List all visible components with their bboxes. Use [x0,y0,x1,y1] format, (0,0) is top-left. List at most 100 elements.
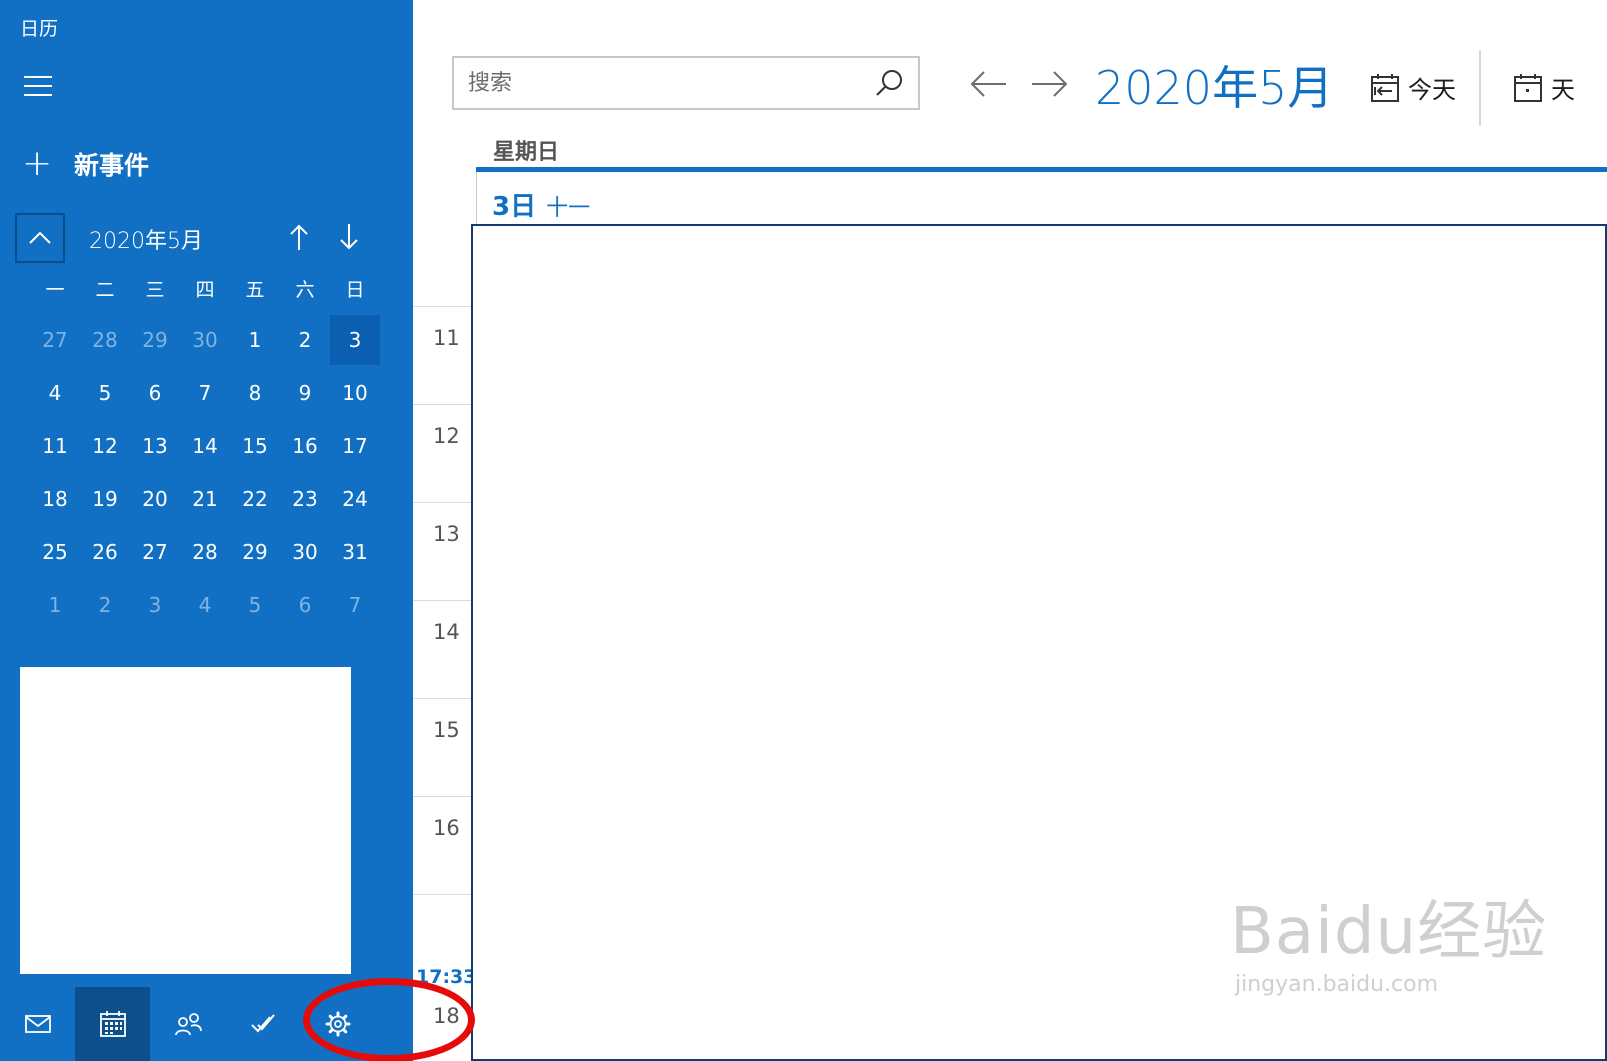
mini-calendar-day[interactable]: 30 [280,527,330,577]
mini-calendar-day[interactable]: 24 [330,474,380,524]
arrow-right-icon [1032,71,1068,97]
mini-calendar-day[interactable]: 22 [230,474,280,524]
mini-calendar-day[interactable]: 8 [230,368,280,418]
hour-divider [413,404,471,405]
mini-calendar-day[interactable]: 1 [230,315,280,365]
people-icon [174,1013,202,1036]
mini-calendar-day[interactable]: 21 [180,474,230,524]
mini-calendar-day[interactable]: 28 [180,527,230,577]
mini-calendar-day[interactable]: 20 [130,474,180,524]
mini-calendar-day[interactable]: 4 [30,368,80,418]
mini-calendar-day[interactable]: 27 [130,527,180,577]
mini-calendar-week: 27 28 29 30 1 2 3 [30,313,382,366]
weekday-label: 四 [195,278,215,301]
mini-calendar-day[interactable]: 26 [80,527,130,577]
mini-calendar-day[interactable]: 10 [330,368,380,418]
mini-calendar-day[interactable]: 29 [130,315,180,365]
mini-calendar-day[interactable]: 31 [330,527,380,577]
watermark-url: jingyan.baidu.com [1235,972,1439,997]
annotation-circle [303,978,475,1061]
mini-calendar-day[interactable]: 4 [180,580,230,630]
hour-label: 14 [433,620,460,644]
watermark: Baidu经验 jingyan.baidu.com [1230,880,1547,997]
todo-nav-button[interactable] [225,987,300,1061]
mini-calendar-day[interactable]: 12 [80,421,130,471]
weekday-label: 五 [245,278,265,301]
mini-calendar-month: 2020年5月 [89,229,203,254]
search-icon[interactable] [874,68,904,98]
chevron-up-icon [29,231,51,244]
calendar-nav-button[interactable] [75,987,150,1061]
mini-calendar-day[interactable]: 28 [80,315,130,365]
mini-calendar-day[interactable]: 5 [80,368,130,418]
day-view-button[interactable]: 天 [1513,70,1575,105]
hour-divider [413,894,471,895]
mini-calendar-day[interactable]: 6 [130,368,180,418]
hour-label: 12 [433,424,460,448]
mini-calendar-day[interactable]: 7 [180,368,230,418]
weekday-label: 三 [145,278,165,301]
hour-divider [413,600,471,601]
arrow-up-icon [290,224,308,250]
mini-calendar-day[interactable]: 15 [230,421,280,471]
hour-divider [413,502,471,503]
search-box[interactable] [452,56,920,110]
mini-calendar-header: 2020年5月 [15,213,385,263]
mini-calendar-week: 18 19 20 21 22 23 24 [30,472,382,525]
mini-calendar-day[interactable]: 23 [280,474,330,524]
current-day-indicator [476,167,1607,172]
mini-calendar-day[interactable]: 14 [180,421,230,471]
mini-calendar-day[interactable]: 5 [230,580,280,630]
search-input[interactable] [468,68,848,98]
mini-calendar-day[interactable]: 13 [130,421,180,471]
mini-calendar-day[interactable]: 11 [30,421,80,471]
mini-calendar-day[interactable]: 25 [30,527,80,577]
next-month-button[interactable] [331,219,367,255]
hour-label: 13 [433,522,460,546]
mini-calendar-day[interactable]: 2 [80,580,130,630]
date-header: 3日 十一 [492,186,590,223]
mini-calendar-day[interactable]: 19 [80,474,130,524]
day-view-label: 天 [1551,76,1575,104]
people-nav-button[interactable] [150,987,225,1061]
previous-month-button[interactable] [281,219,317,255]
weekday-label: 六 [295,278,315,301]
mini-calendar-day[interactable]: 7 [330,580,380,630]
mini-calendar-day-selected[interactable]: 3 [330,314,380,365]
current-month-title[interactable]: 2020年5月 [1095,52,1333,118]
hour-label: 15 [433,718,460,742]
mail-nav-button[interactable] [0,987,75,1061]
calendar-app: 日历 + 新事件 2020年5月 一二三四五六日 27 28 29 30 1 2 3 4 5 6 7… [0,0,1607,1061]
weekday-label: 一 [45,278,65,301]
plus-icon: + [22,143,53,184]
mini-calendar-day[interactable]: 29 [230,527,280,577]
mini-calendar-day[interactable]: 2 [280,315,330,365]
new-event-button[interactable]: + 新事件 [22,146,149,182]
mini-calendar-grid: 一二三四五六日 27 28 29 30 1 2 3 4 5 6 7 8 9 10 11 12 13 14 15 16 1… [30,263,382,631]
mini-calendar-day[interactable]: 27 [30,315,80,365]
weekday-header: 星期日 [493,140,560,165]
todo-icon [250,1014,275,1033]
hour-label: 11 [433,326,460,350]
weekday-label: 二 [95,278,115,301]
today-button[interactable]: 今天 [1370,70,1456,105]
mini-calendar-day[interactable]: 1 [30,580,80,630]
mini-calendar-day[interactable]: 9 [280,368,330,418]
mini-calendar-day[interactable]: 17 [330,421,380,471]
sidebar: 日历 + 新事件 2020年5月 一二三四五六日 27 28 29 30 1 2 3 4 5 6 7… [0,0,413,1061]
mini-calendar-day[interactable]: 18 [30,474,80,524]
previous-period-button[interactable] [966,62,1010,106]
mini-calendar-day[interactable]: 6 [280,580,330,630]
toolbar-divider [1479,50,1481,126]
today-label: 今天 [1408,76,1456,104]
watermark-brand: Baidu经验 [1230,895,1548,969]
mini-calendar-day[interactable]: 3 [130,580,180,630]
mini-calendar-day[interactable]: 16 [280,421,330,471]
header-separator [476,172,477,224]
mini-calendar-week: 25 26 27 28 29 30 31 [30,525,382,578]
next-period-button[interactable] [1028,62,1072,106]
mini-calendar-day[interactable]: 30 [180,315,230,365]
mini-calendar-week: 11 12 13 14 15 16 17 [30,419,382,472]
collapse-mini-calendar-button[interactable] [15,213,65,263]
hamburger-menu-icon[interactable] [24,76,52,98]
